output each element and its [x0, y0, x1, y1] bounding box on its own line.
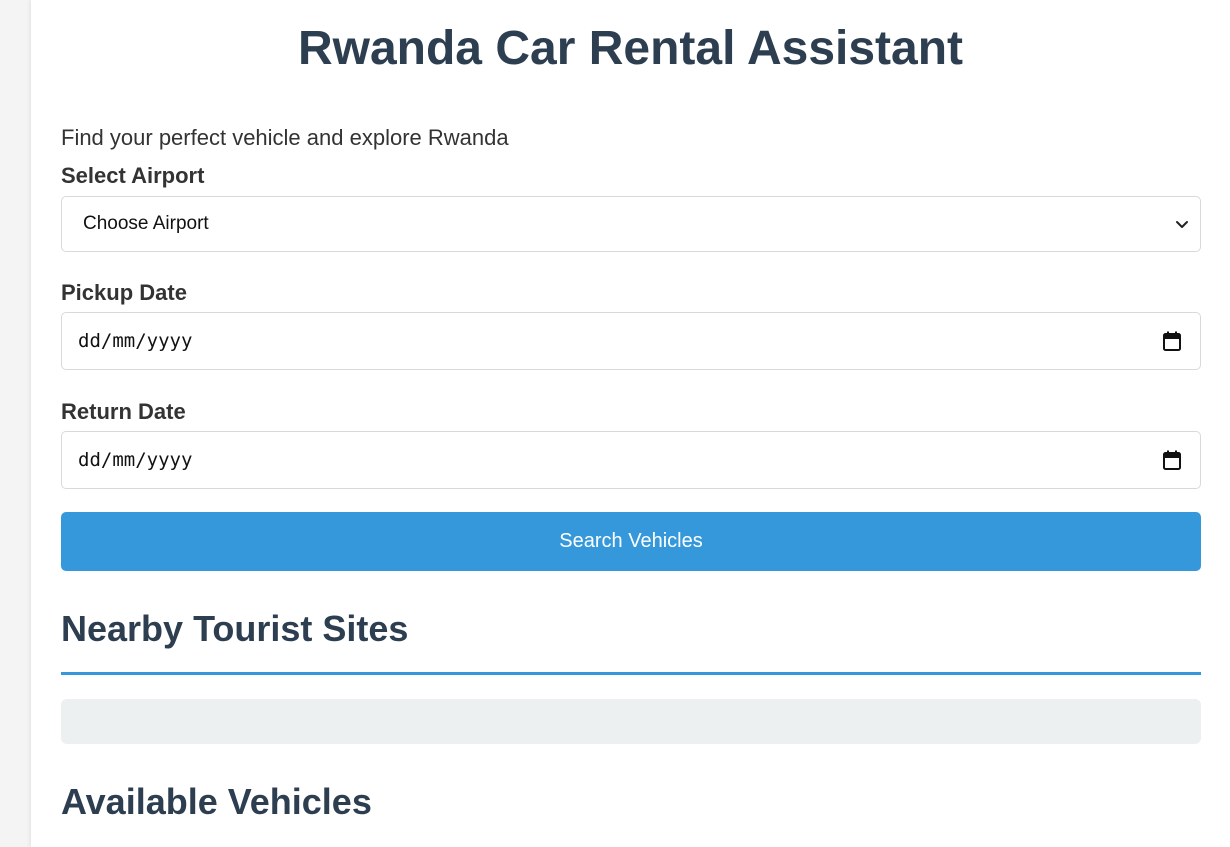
return-date-label: Return Date [61, 399, 186, 424]
return-date-value: dd/mm/yyyy [78, 449, 193, 471]
airport-select-value: Choose Airport [83, 213, 209, 234]
page-subtitle: Find your perfect vehicle and explore Rw… [61, 125, 509, 150]
chevron-down-icon [1176, 221, 1188, 228]
pickup-date-input[interactable]: dd/mm/yyyy [61, 312, 1201, 370]
page-title: Rwanda Car Rental Assistant [297, 22, 964, 75]
return-date-input[interactable]: dd/mm/yyyy [61, 431, 1201, 489]
search-vehicles-button[interactable]: Search Vehicles [61, 512, 1201, 571]
calendar-icon[interactable] [1163, 331, 1181, 351]
airport-label: Select Airport [61, 163, 205, 188]
pickup-date-label: Pickup Date [61, 280, 187, 305]
calendar-icon[interactable] [1163, 450, 1181, 470]
section-divider [61, 672, 1201, 675]
tourist-sites-heading: Nearby Tourist Sites [61, 608, 409, 649]
airport-select[interactable]: Choose Airport [61, 196, 1201, 252]
main-container: Rwanda Car Rental Assistant Find your pe… [31, 0, 1230, 847]
pickup-date-value: dd/mm/yyyy [78, 330, 193, 352]
vehicles-heading: Available Vehicles [61, 781, 372, 822]
tourist-sites-panel [61, 699, 1201, 744]
